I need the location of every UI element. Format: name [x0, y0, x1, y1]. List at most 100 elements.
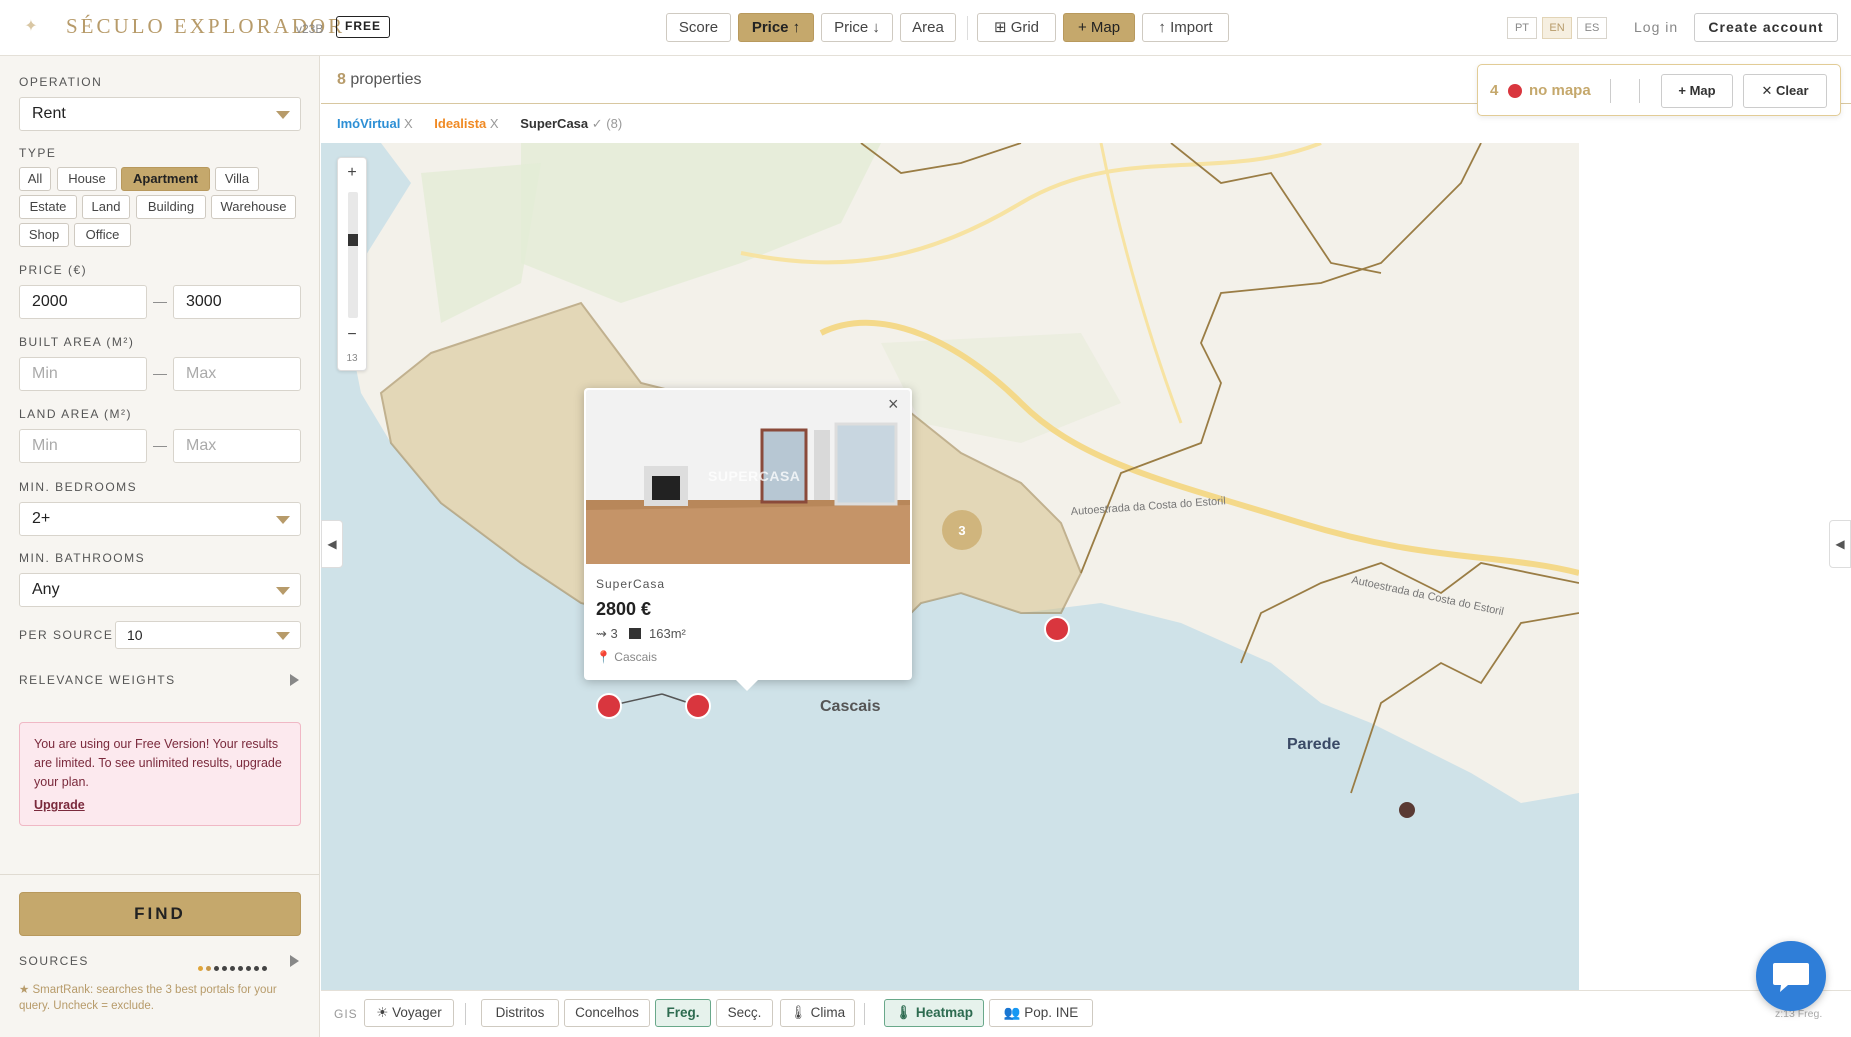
marker-dot-icon	[1508, 84, 1522, 98]
layer-freguesias-button[interactable]: Freg.	[655, 999, 711, 1027]
layer-voyager-button[interactable]: ☀ Voyager	[364, 999, 454, 1027]
price-min-input[interactable]	[19, 285, 147, 319]
built-area-max-input[interactable]	[173, 357, 301, 391]
close-icon[interactable]: ×	[888, 394, 899, 415]
property-photo[interactable]: SUPERCASA	[586, 390, 910, 564]
create-account-button[interactable]: Create account	[1694, 13, 1838, 42]
toolbar-divider	[967, 16, 968, 40]
layer-heatmap-button[interactable]: 🌡 Heatmap	[884, 999, 984, 1027]
layer-concelhos-button[interactable]: Concelhos	[564, 999, 650, 1027]
zoom-in-button[interactable]: +	[338, 164, 366, 182]
zoom-slider-thumb[interactable]	[348, 234, 358, 246]
panel-divider	[1610, 79, 1611, 103]
map-view-button[interactable]: + Map	[1063, 13, 1135, 42]
results-count-label: properties	[350, 71, 422, 88]
layer-seccoes-button[interactable]: Secç.	[716, 999, 773, 1027]
zoom-slider[interactable]	[348, 192, 358, 318]
results-main: 8 properties ImóVirtual X Idealista X Su…	[321, 56, 1851, 1037]
type-chip-house[interactable]: House	[57, 167, 117, 191]
photo-watermark: SUPERCASA	[708, 468, 801, 484]
map-label-parede: Parede	[1287, 736, 1340, 753]
type-chip-shop[interactable]: Shop	[19, 223, 69, 247]
range-dash: —	[153, 437, 167, 453]
bedrooms-label: MIN. BEDROOMS	[19, 480, 138, 494]
collapse-sidebar-button[interactable]: ◀	[321, 520, 343, 568]
source-imovirtual[interactable]: ImóVirtual X	[337, 116, 413, 131]
sort-price-desc-button[interactable]: Price ↓	[821, 13, 893, 42]
land-area-max-input[interactable]	[173, 429, 301, 463]
zoom-out-button[interactable]: −	[338, 326, 366, 344]
expand-arrow-icon[interactable]	[290, 674, 299, 686]
sort-price-asc-button[interactable]: Price ↑	[738, 13, 814, 42]
sources-label: SOURCES	[19, 954, 89, 968]
location-pin-icon: 📍	[596, 650, 611, 664]
import-button[interactable]: ↑ Import	[1142, 13, 1229, 42]
type-chip-all[interactable]: All	[19, 167, 51, 191]
popup-rooms: 3	[610, 626, 618, 641]
login-link[interactable]: Log in	[1634, 19, 1678, 35]
property-marker[interactable]	[1044, 616, 1070, 642]
filter-sidebar: OPERATION Rent TYPE All House Apartment …	[0, 56, 320, 1037]
land-area-min-input[interactable]	[19, 429, 147, 463]
zoom-level-label: 13	[346, 353, 358, 364]
source-name: SuperCasa	[520, 116, 589, 131]
sort-score-button[interactable]: Score	[666, 13, 731, 42]
map-svg: 3 Cascais Parede Autoestrada da Costa do…	[321, 143, 1579, 990]
toolbar-divider	[864, 1003, 865, 1025]
per-source-label: PER SOURCE	[19, 628, 114, 642]
popup-arrow	[735, 679, 759, 691]
expand-arrow-icon[interactable]	[290, 955, 299, 967]
layer-distritos-button[interactable]: Distritos	[481, 999, 559, 1027]
chevron-down-icon	[276, 111, 290, 119]
property-marker[interactable]	[1399, 802, 1415, 818]
source-dots-indicator[interactable]	[198, 958, 270, 974]
panel-divider	[1639, 79, 1640, 103]
chat-support-button[interactable]	[1756, 941, 1826, 1011]
lang-pt-button[interactable]: PT	[1507, 17, 1537, 39]
type-chip-villa[interactable]: Villa	[215, 167, 259, 191]
bathrooms-value: Any	[32, 581, 60, 598]
type-chip-apartment[interactable]: Apartment	[121, 167, 210, 191]
smartrank-note: ★ SmartRank: searches the 3 best portals…	[19, 984, 277, 1012]
lang-es-button[interactable]: ES	[1577, 17, 1607, 39]
bathrooms-label: MIN. BATHROOMS	[19, 551, 146, 565]
collapse-right-panel-button[interactable]: ◀	[1829, 520, 1851, 568]
relevance-weights-toggle[interactable]: RELEVANCE WEIGHTS	[19, 673, 176, 687]
bedrooms-select[interactable]: 2+	[19, 502, 301, 536]
popup-location-text: Cascais	[614, 650, 657, 664]
grid-view-button[interactable]: ⊞ Grid	[977, 13, 1056, 42]
price-label: PRICE (€)	[19, 263, 88, 277]
layer-clima-button[interactable]: 🌡 Clima	[780, 999, 855, 1027]
toolbar-divider	[465, 1003, 466, 1025]
plan-badge: FREE	[336, 16, 390, 38]
logo-icon: ✦	[24, 18, 38, 35]
property-marker[interactable]	[685, 693, 711, 719]
lang-en-button[interactable]: EN	[1542, 17, 1572, 39]
price-max-input[interactable]	[173, 285, 301, 319]
type-chip-warehouse[interactable]: Warehouse	[211, 195, 296, 219]
property-marker[interactable]	[596, 693, 622, 719]
clear-map-button[interactable]: ✕ Clear	[1743, 74, 1827, 108]
popup-source: SuperCasa	[596, 577, 666, 591]
built-area-min-input[interactable]	[19, 357, 147, 391]
map-selection-count: 4	[1490, 82, 1499, 99]
operation-select[interactable]: Rent	[19, 97, 301, 131]
add-to-map-button[interactable]: + Map	[1661, 74, 1733, 108]
source-supercasa[interactable]: SuperCasa ✓ (8)	[520, 116, 622, 131]
sort-area-button[interactable]: Area	[900, 13, 956, 42]
chat-icon	[1773, 963, 1809, 992]
free-version-notice: You are using our Free Version! Your res…	[19, 722, 301, 826]
map-canvas[interactable]: 3 Cascais Parede Autoestrada da Costa do…	[321, 143, 1579, 990]
property-popup[interactable]: SUPERCASA × SuperCasa 2800 € ⇝ 3 163m² 📍…	[584, 388, 912, 680]
bathrooms-select[interactable]: Any	[19, 573, 301, 607]
upgrade-link[interactable]: Upgrade	[34, 796, 286, 815]
layer-pop-ine-button[interactable]: 👥 Pop. INE	[989, 999, 1093, 1027]
map-label-cascais: Cascais	[820, 698, 881, 715]
find-button[interactable]: FIND	[19, 892, 301, 936]
source-idealista[interactable]: Idealista X	[434, 116, 498, 131]
type-chip-land[interactable]: Land	[82, 195, 130, 219]
type-chip-estate[interactable]: Estate	[19, 195, 77, 219]
type-chip-office[interactable]: Office	[74, 223, 131, 247]
per-source-select[interactable]: 10	[115, 621, 301, 649]
type-chip-building[interactable]: Building	[136, 195, 206, 219]
